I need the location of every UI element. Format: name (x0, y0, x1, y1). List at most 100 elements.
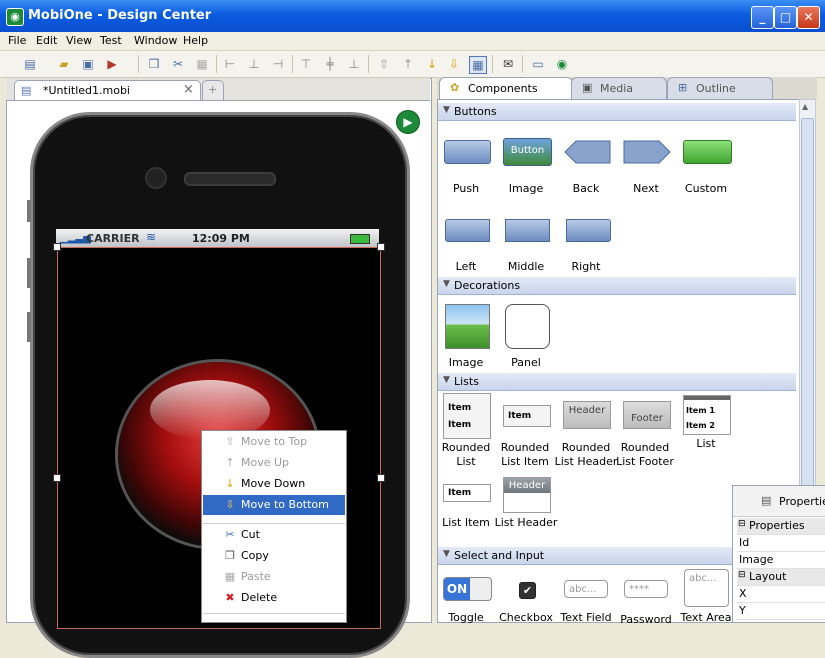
right-label: Right (571, 260, 601, 273)
selection-handle[interactable] (53, 474, 61, 482)
right-segment-component[interactable] (566, 219, 611, 242)
property-group-layout[interactable]: ⊟ Layout (737, 569, 825, 586)
open-folder-icon[interactable]: ▰ (56, 56, 72, 72)
section-lists[interactable]: ▼ Lists (438, 373, 796, 391)
toggle-component[interactable]: ON (443, 577, 492, 601)
list-header-label: List Header (494, 516, 558, 529)
selection-handle[interactable] (377, 243, 385, 251)
password-field-component[interactable]: **** (624, 580, 668, 598)
title-bar: ◉ MobiOne - Design Center _ □ ✕ (0, 0, 825, 32)
image-button-component[interactable]: Button (503, 138, 552, 166)
text-area-label: Text Area (680, 611, 732, 624)
move-down-icon[interactable]: ↓ (424, 56, 440, 72)
property-image[interactable]: Image (737, 552, 825, 569)
move-top-icon[interactable]: ⇧ (376, 56, 392, 72)
preview-icon[interactable]: ▭ (530, 56, 546, 72)
menu-item-paste[interactable]: ▦ Paste (203, 567, 345, 587)
rounded-list-item-component[interactable]: Item (503, 405, 551, 427)
push-button-component[interactable] (444, 140, 491, 164)
selection-handle[interactable] (53, 243, 61, 251)
align-center-icon[interactable]: ⊥ (246, 56, 262, 72)
list-item-component[interactable]: Item (443, 484, 491, 502)
close-button[interactable]: ✕ (797, 6, 820, 29)
editor-tab-strip: ▤ *Untitled1.mobi × + (6, 78, 430, 101)
checkbox-component[interactable]: ✔ (519, 582, 536, 599)
property-y[interactable]: Y (737, 603, 825, 620)
cut-icon[interactable]: ✂ (170, 56, 186, 72)
rounded-list-item-label: Rounded List Item (500, 441, 550, 468)
move-up-icon[interactable]: ↑ (400, 56, 416, 72)
menu-item-delete[interactable]: ✖ Delete (203, 588, 345, 608)
mail-icon[interactable]: ✉ (500, 56, 516, 72)
custom-label: Custom (684, 182, 728, 195)
tab-close-icon[interactable]: × (183, 82, 194, 97)
property-group-properties[interactable]: ⊟ Properties (737, 518, 825, 535)
rounded-list-footer-label: Rounded List Footer (616, 441, 674, 468)
menu-item-cut[interactable]: ✂ Cut (203, 525, 345, 545)
wifi-icon[interactable]: ◉ (554, 56, 570, 72)
align-left-icon[interactable]: ⊢ (222, 56, 238, 72)
next-button-component[interactable] (623, 140, 671, 164)
align-right-icon[interactable]: ⊣ (270, 56, 286, 72)
selection-handle[interactable] (377, 474, 385, 482)
align-bottom-icon[interactable]: ⊥ (346, 56, 362, 72)
components-icon: ✿ (450, 81, 460, 94)
outline-icon: ⊞ (678, 81, 688, 94)
image-decoration-component[interactable] (445, 304, 490, 349)
rounded-list-header-component[interactable]: Header (563, 401, 611, 429)
align-top-icon[interactable]: ⊤ (298, 56, 314, 72)
grid-icon[interactable]: ▦ (469, 56, 487, 74)
toolbar: ▤ ▰ ▣ ▶ ❐ ✂ ▦ ⊢ ⊥ ⊣ ⊤ ╪ ⊥ ⇧ ↑ ↓ ⇩ ▦ ✉ ▭ … (0, 51, 825, 78)
export-icon[interactable]: ▶ (104, 56, 120, 72)
menu-item-move-down[interactable]: ↓ Move Down (203, 474, 345, 494)
menu-bar: File Edit View Test Window Help (0, 32, 825, 51)
new-tab-button[interactable]: + (202, 80, 224, 100)
run-preview-button[interactable]: ▶ (396, 110, 420, 134)
menu-test[interactable]: Test (100, 34, 122, 47)
carrier-label: CARRIER (86, 232, 140, 245)
new-icon[interactable]: ▤ (22, 56, 38, 72)
tab-outline[interactable]: ⊞ Outline (667, 77, 773, 99)
menu-item-move-to-bottom[interactable]: ⇩ Move to Bottom (203, 495, 345, 515)
list-component[interactable]: Item 1 Item 2 (683, 395, 731, 435)
list-header-component[interactable]: Header (503, 477, 551, 513)
app-icon: ◉ (6, 8, 24, 26)
menu-help[interactable]: Help (183, 34, 208, 47)
menu-file[interactable]: File (8, 34, 26, 47)
menu-edit[interactable]: Edit (36, 34, 57, 47)
panel-component[interactable] (505, 304, 550, 349)
camera-icon (145, 167, 167, 189)
copy-icon[interactable]: ❐ (146, 56, 162, 72)
file-icon: ▤ (21, 84, 32, 97)
speaker-grille (184, 172, 276, 186)
menu-item-copy[interactable]: ❐ Copy (203, 546, 345, 566)
custom-button-component[interactable] (683, 140, 732, 164)
menu-window[interactable]: Window (134, 34, 177, 47)
text-area-component[interactable]: abc... (684, 569, 729, 607)
align-middle-icon[interactable]: ╪ (322, 56, 338, 72)
property-x[interactable]: X (737, 586, 825, 603)
maximize-button[interactable]: □ (774, 6, 797, 29)
menu-view[interactable]: View (66, 34, 92, 47)
paste-icon[interactable]: ▦ (194, 56, 210, 72)
phone-status-bar[interactable]: ▁▂▃▅ CARRIER ≋ 12:09 PM (56, 229, 379, 247)
rounded-list-component[interactable]: Item Item (443, 393, 491, 439)
window-title: MobiOne - Design Center (28, 8, 212, 23)
left-segment-component[interactable] (445, 219, 490, 242)
middle-segment-component[interactable] (505, 219, 550, 242)
section-buttons[interactable]: ▼ Buttons (438, 103, 796, 121)
move-bottom-icon[interactable]: ⇩ (446, 56, 462, 72)
rounded-list-footer-component[interactable]: Footer (623, 401, 671, 429)
tab-media[interactable]: ▣ Media (571, 77, 667, 99)
minimize-button[interactable]: _ (751, 6, 774, 29)
menu-item-move-up[interactable]: ↑ Move Up (203, 453, 345, 473)
text-field-component[interactable]: abc... (564, 580, 608, 598)
property-id[interactable]: Id (737, 535, 825, 552)
section-decorations[interactable]: ▼ Decorations (438, 277, 796, 295)
menu-item-move-to-top[interactable]: ⇧ Move to Top (203, 432, 345, 452)
back-button-component[interactable] (564, 140, 612, 164)
save-icon[interactable]: ▣ (80, 56, 96, 72)
arrow-bottom-icon: ⇩ (225, 498, 235, 511)
tab-components[interactable]: ✿ Components (439, 77, 573, 99)
tab-untitled1[interactable]: ▤ *Untitled1.mobi × (14, 80, 201, 100)
